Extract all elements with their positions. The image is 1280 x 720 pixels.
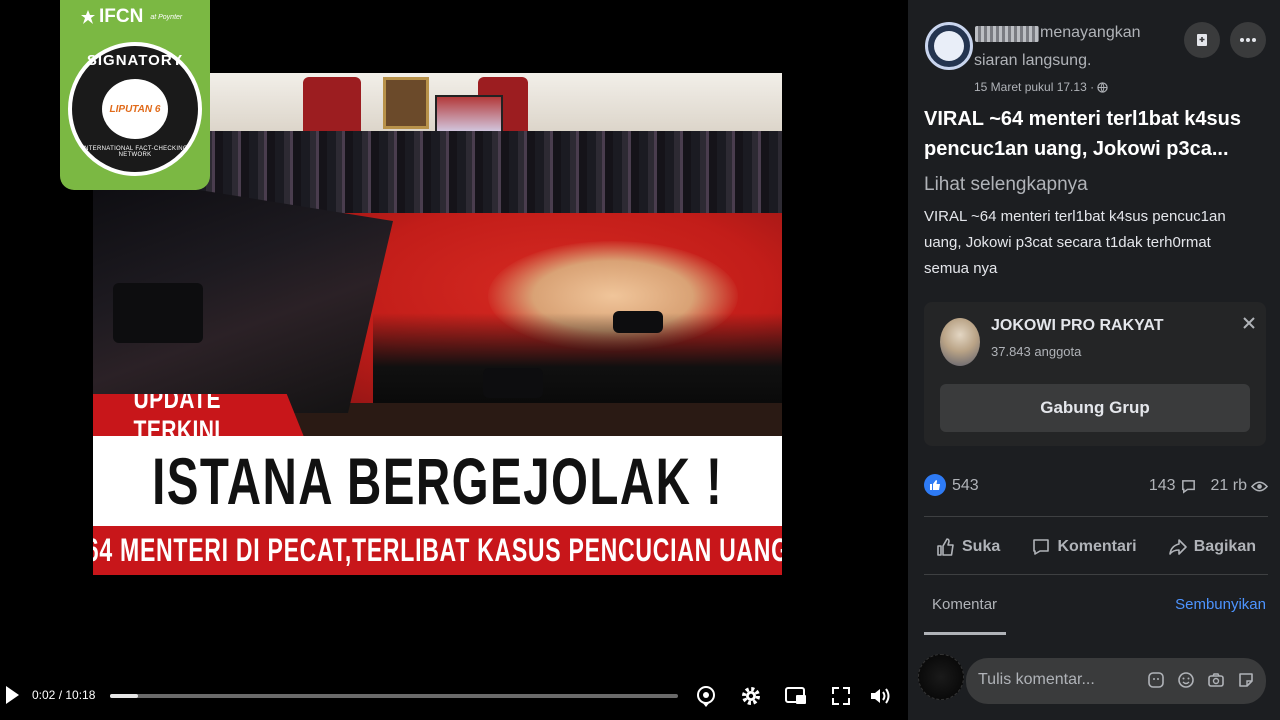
play-icon[interactable]: [6, 686, 19, 704]
live-status-text: menayangkan: [1040, 24, 1141, 41]
volume-icon[interactable]: [868, 684, 892, 708]
post-date-text: 15 Maret pukul 17.13 ·: [974, 80, 1098, 94]
fullscreen-icon[interactable]: [829, 684, 853, 708]
emoji-icon[interactable]: [1176, 670, 1196, 690]
liputan6-logo-text: LIPUTAN 6: [109, 103, 161, 115]
action-bar: Suka Komentari Bagikan: [924, 526, 1268, 568]
ifcn-brand: IFCN at Poynter: [80, 6, 182, 28]
group-member-count: 37.843 anggota: [991, 344, 1082, 359]
camera: [613, 311, 663, 333]
progress-fill: [110, 694, 139, 698]
divider: [924, 574, 1268, 575]
post-sidebar: menayangkan siaran langsung. 15 Maret pu…: [908, 0, 1280, 720]
video-player[interactable]: UPDATE TERKINI ISTANA BERGEJOLAK ! 64 ME…: [0, 0, 908, 720]
reaction-stats: 543 143 21 rb: [924, 472, 1268, 502]
share-button[interactable]: Bagikan: [1156, 526, 1268, 568]
comment-count-text: 143: [1148, 477, 1176, 494]
share-button-label: Bagikan: [1193, 538, 1256, 555]
photographers-foreground: [373, 313, 782, 403]
join-group-button[interactable]: Gabung Grup: [940, 384, 1250, 432]
settings-gear-icon[interactable]: [739, 684, 763, 708]
player-controls: 0:02 / 10:18: [0, 672, 908, 720]
comment-bubble-icon: [1033, 539, 1050, 555]
poster-name-redacted[interactable]: [975, 26, 1039, 42]
comment-icon: [1181, 479, 1195, 494]
camera: [483, 368, 543, 398]
group-name[interactable]: JOKOWI PRO RAKYAT: [991, 317, 1163, 335]
comment-button-label: Komentari: [1057, 538, 1137, 555]
globe-icon: [1097, 82, 1109, 93]
thumbs-up-icon: [937, 538, 954, 556]
group-card: JOKOWI PRO RAKYAT 37.843 anggota Gabung …: [924, 302, 1266, 446]
subheadline-text: 64 MENTERI DI PECAT,TERLIBAT KASUS PENCU…: [93, 532, 782, 568]
ifcn-seal: SIGNATORY LIPUTAN 6 INTERNATIONAL FACT-C…: [68, 42, 202, 176]
location-pin-icon[interactable]: [694, 684, 718, 708]
ifcn-arc-text: SIGNATORY: [86, 52, 184, 69]
ifcn-network-text: INTERNATIONAL FACT-CHECKING NETWORK: [82, 146, 188, 158]
screen: UPDATE TERKINI ISTANA BERGEJOLAK ! 64 ME…: [0, 0, 1280, 720]
post-date[interactable]: 15 Maret pukul 17.13 ·: [974, 80, 1109, 94]
like-button-label: Suka: [962, 538, 1001, 555]
divider: [924, 516, 1268, 517]
ifcn-signatory-badge: IFCN at Poynter SIGNATORY LIPUTAN 6 INTE…: [60, 0, 210, 190]
curtain: [303, 77, 361, 137]
like-button[interactable]: Suka: [924, 526, 1012, 568]
poster-avatar[interactable]: [925, 22, 973, 70]
headline: ISTANA BERGEJOLAK !: [93, 436, 782, 526]
post-description: VIRAL ~64 menteri terl1bat k4sus pencuc1…: [924, 208, 1226, 277]
live-status-text-2: siaran langsung.: [974, 52, 1092, 69]
comment-input-placeholder: Tulis komentar...: [978, 671, 1095, 688]
camera: [113, 283, 203, 343]
ellipsis-icon: [1240, 38, 1256, 42]
headline-text: ISTANA BERGEJOLAK !: [151, 444, 724, 518]
subheadline: 64 MENTERI DI PECAT,TERLIBAT KASUS PENCU…: [93, 526, 782, 575]
hide-comments-link[interactable]: Sembunyikan: [1175, 596, 1266, 613]
portrait: [383, 77, 429, 129]
comment-input[interactable]: Tulis komentar...: [966, 658, 1266, 704]
eye-icon: [1251, 481, 1268, 491]
like-reaction-icon[interactable]: [924, 474, 946, 496]
avatar-sticker-icon[interactable]: [1146, 670, 1166, 690]
star-icon: [81, 10, 95, 24]
more-options-button[interactable]: [1230, 22, 1266, 58]
progress-bar[interactable]: [110, 694, 678, 698]
view-count[interactable]: 21 rb: [1211, 477, 1268, 495]
like-count[interactable]: 543: [952, 477, 979, 495]
sticker-icon[interactable]: [1236, 670, 1256, 690]
share-arrow-icon: [1168, 539, 1187, 555]
engagement-counts: 143 21 rb: [1149, 477, 1268, 495]
see-more-link[interactable]: Lihat selengkapnya: [924, 174, 1088, 196]
comment-count[interactable]: 143: [1149, 477, 1197, 495]
time-display: 0:02 / 10:18: [32, 688, 96, 702]
liputan6-logo: LIPUTAN 6: [102, 79, 168, 139]
comment-button[interactable]: Komentari: [1019, 526, 1148, 568]
view-count-text: 21 rb: [1210, 477, 1247, 494]
picture-in-picture-icon[interactable]: [784, 684, 808, 708]
post-title: VIRAL ~64 menteri terl1bat k4sus pencuc1…: [924, 108, 1241, 160]
close-icon[interactable]: [1242, 316, 1256, 330]
commenter-avatar: [918, 654, 964, 700]
group-avatar[interactable]: [940, 318, 980, 366]
banner-tag: UPDATE TERKINI: [93, 394, 304, 436]
camera-icon[interactable]: [1206, 670, 1226, 690]
bookmark-plus-icon: [1197, 34, 1207, 46]
ifcn-brand-text: IFCN: [99, 6, 144, 27]
bookmark-button[interactable]: [1184, 22, 1220, 58]
tab-comments[interactable]: Komentar: [932, 596, 997, 613]
ifcn-brand-sub: at Poynter: [150, 13, 183, 21]
comment-input-tools: [1146, 670, 1256, 690]
tab-active-indicator: [924, 632, 1006, 635]
